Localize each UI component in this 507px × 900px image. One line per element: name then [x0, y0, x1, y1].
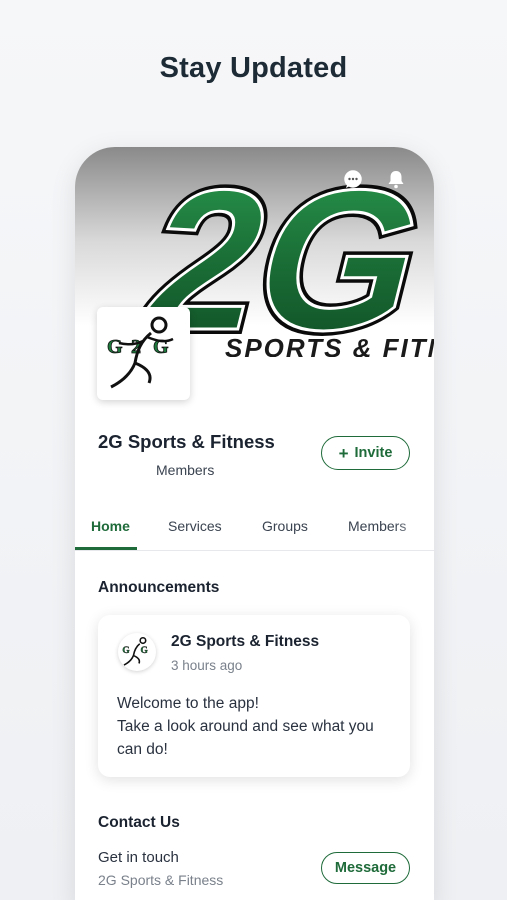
tab-services[interactable]: Services	[168, 518, 222, 534]
tab-groups[interactable]: Groups	[262, 518, 308, 534]
invite-label: Invite	[354, 445, 393, 461]
post-line: Take a look around and see what you can …	[117, 718, 374, 758]
phone-screen: 2G 2G SPORTS & FITNESS G 2	[75, 147, 434, 900]
contact-name: 2G Sports & Fitness	[98, 872, 224, 888]
svg-text:G: G	[141, 646, 149, 656]
post-timestamp: 3 hours ago	[171, 658, 243, 673]
page-headline: Stay Updated	[159, 52, 348, 84]
invite-button[interactable]: + Invite	[321, 436, 410, 470]
tab-bar: Home Services Groups Members	[75, 509, 434, 551]
post-body: Welcome to the app! Take a look around a…	[117, 692, 402, 761]
svg-text:G: G	[107, 336, 123, 358]
post-author[interactable]: 2G Sports & Fitness	[171, 633, 319, 651]
members-label[interactable]: Members	[156, 462, 214, 478]
post-author-avatar: G G	[118, 633, 156, 671]
svg-text:G: G	[122, 646, 130, 656]
cover-logo-subtext: SPORTS & FITNESS	[225, 333, 434, 357]
runner-logo-small-icon: G G	[122, 636, 149, 666]
tab-home[interactable]: Home	[91, 518, 130, 534]
bell-icon[interactable]	[386, 169, 408, 191]
group-name: 2G Sports & Fitness	[98, 431, 275, 452]
announcements-title: Announcements	[98, 579, 220, 596]
tab-scroll-fade	[394, 509, 434, 549]
plus-icon: +	[338, 443, 349, 463]
chat-icon[interactable]	[343, 169, 365, 191]
announcement-card[interactable]: G G 2G Sports & Fitness 3 hours ago Welc…	[98, 615, 410, 777]
post-line: Welcome to the app!	[117, 695, 259, 712]
group-logo: G 2 G	[97, 307, 190, 400]
active-tab-indicator	[75, 547, 137, 550]
runner-logo-icon: G 2 G	[106, 316, 174, 388]
contact-subtitle: Get in touch	[98, 849, 179, 866]
contact-title: Contact Us	[98, 814, 180, 831]
message-button[interactable]: Message	[321, 852, 410, 884]
